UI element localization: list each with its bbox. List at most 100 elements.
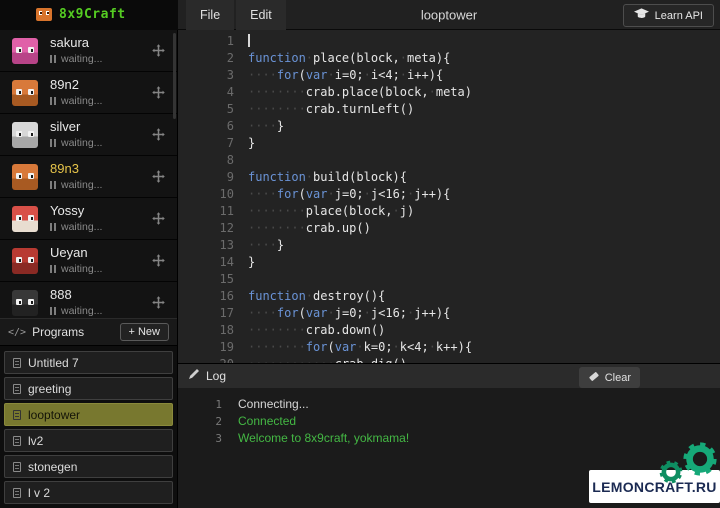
pause-icon (50, 265, 56, 273)
player-status-text: waiting... (61, 263, 102, 275)
move-icon[interactable] (151, 295, 167, 311)
pause-icon (50, 181, 56, 189)
player-status-text: waiting... (61, 179, 102, 191)
clear-log-button[interactable]: Clear (579, 367, 640, 388)
top-bar: 8x9Craft FileEdit looptower Learn API (0, 0, 720, 30)
code-text: } (248, 135, 255, 152)
program-item-lv2[interactable]: lv2 (4, 429, 173, 452)
log-entries: 1Connecting...2Connected3Welcome to 8x9c… (178, 396, 720, 447)
move-icon[interactable] (151, 253, 167, 269)
program-item-looptower[interactable]: looptower (4, 403, 173, 426)
move-icon[interactable] (151, 43, 167, 59)
menu-item-file[interactable]: File (186, 0, 234, 30)
player-row-yossy[interactable]: Yossywaiting... (0, 198, 177, 240)
player-row-89n3[interactable]: 89n3 waiting... (0, 156, 177, 198)
avatar-eye (28, 47, 34, 53)
avatar-pupil (31, 217, 34, 220)
player-name: sakura (50, 36, 151, 50)
learn-api-button[interactable]: Learn API (623, 4, 714, 27)
player-name: silver (50, 120, 151, 134)
program-title: looptower (421, 7, 477, 22)
player-status-text: waiting... (61, 221, 102, 233)
document-icon (13, 358, 21, 368)
code-text (248, 33, 250, 50)
crab-logo-icon (36, 8, 52, 21)
player-avatar (12, 164, 38, 190)
log-line-number: 3 (178, 430, 234, 447)
code-line: 19········for(var·k=0;·k<4;·k++){ (178, 339, 720, 356)
avatar-eye (28, 89, 34, 95)
top-bar-right: FileEdit looptower Learn API (178, 0, 720, 29)
player-row-888[interactable]: 888waiting... (0, 282, 177, 318)
player-row-ueyan[interactable]: Ueyanwaiting... (0, 240, 177, 282)
avatar-pupil (19, 301, 22, 304)
move-icon[interactable] (151, 169, 167, 185)
line-number: 11 (178, 203, 248, 220)
avatar-eye (28, 173, 34, 179)
code-editor[interactable]: 12function·place(block,·meta){3····for(v… (178, 30, 720, 363)
player-status: waiting... (50, 221, 151, 233)
code-line: 1 (178, 33, 720, 50)
avatar-pupil (19, 217, 22, 220)
log-text: Connected (238, 413, 296, 430)
code-text: function·place(block,·meta){ (248, 50, 450, 67)
program-item-l-v-2[interactable]: l v 2 (4, 481, 173, 504)
program-label: stonegen (28, 460, 77, 474)
player-list-scrollbar[interactable] (173, 33, 176, 119)
avatar-eye (16, 257, 22, 263)
move-icon[interactable] (151, 127, 167, 143)
line-number: 7 (178, 135, 248, 152)
player-row-silver[interactable]: silverwaiting... (0, 114, 177, 156)
program-item-greeting[interactable]: greeting (4, 377, 173, 400)
log-line: 2Connected (178, 413, 720, 430)
program-label: Untitled 7 (28, 356, 79, 370)
gear-icon (658, 459, 684, 490)
player-avatar (12, 38, 38, 64)
move-icon[interactable] (151, 85, 167, 101)
code-line: 20············crab.dig() (178, 356, 720, 363)
player-status: waiting... (50, 53, 151, 65)
programs-header: </> Programs + New (0, 318, 177, 346)
pause-icon (50, 55, 56, 63)
document-icon (13, 410, 21, 420)
player-info: Yossywaiting... (50, 204, 151, 233)
logo-text: 8x9Craft (59, 7, 126, 22)
program-list: Untitled 7 greeting looptower lv2 stonegen l … (0, 346, 177, 508)
code-text: ····for(var·j=0;·j<16;·j++){ (248, 305, 450, 322)
code-line: 16function·destroy(){ (178, 288, 720, 305)
new-program-button[interactable]: + New (120, 323, 170, 341)
avatar-eye (16, 215, 22, 221)
code-text: ····for(var·i=0;·i<4;·i++){ (248, 67, 443, 84)
program-item-stonegen[interactable]: stonegen (4, 455, 173, 478)
code-line: 14} (178, 254, 720, 271)
player-list: sakurawaiting...89n2waiting...silverwait… (0, 30, 177, 318)
clear-log-label: Clear (605, 372, 631, 384)
avatar-eye (16, 89, 22, 95)
document-icon (13, 436, 21, 446)
main-area: sakurawaiting...89n2waiting...silverwait… (0, 30, 720, 508)
avatar-pupil (19, 49, 22, 52)
programs-header-label: Programs (32, 325, 113, 339)
line-number: 12 (178, 220, 248, 237)
code-line: 7} (178, 135, 720, 152)
player-row-sakura[interactable]: sakura waiting... (0, 30, 177, 72)
avatar-eye (28, 299, 34, 305)
code-text: ········crab.turnLeft() (248, 101, 414, 118)
move-icon[interactable] (151, 211, 167, 227)
menu-item-edit[interactable]: Edit (236, 0, 286, 30)
graduation-cap-icon (634, 8, 649, 23)
editor-pane: 12 function·place(block,·meta){ 3 ····for(v… (178, 30, 720, 508)
program-item-untitled-7[interactable]: Untitled 7 (4, 351, 173, 374)
code-line: 15 (178, 271, 720, 288)
line-number: 19 (178, 339, 248, 356)
avatar-eye (28, 215, 34, 221)
app-logo: 8x9Craft (0, 0, 178, 29)
document-icon (13, 488, 21, 498)
player-name: 89n3 (50, 162, 151, 176)
player-row-89n2[interactable]: 89n2waiting... (0, 72, 177, 114)
player-avatar (12, 80, 38, 106)
code-brackets-icon: </> (8, 327, 26, 338)
code-line: 4········crab.place(block,·meta) (178, 84, 720, 101)
learn-api-label: Learn API (655, 10, 703, 22)
code-line: 13····} (178, 237, 720, 254)
